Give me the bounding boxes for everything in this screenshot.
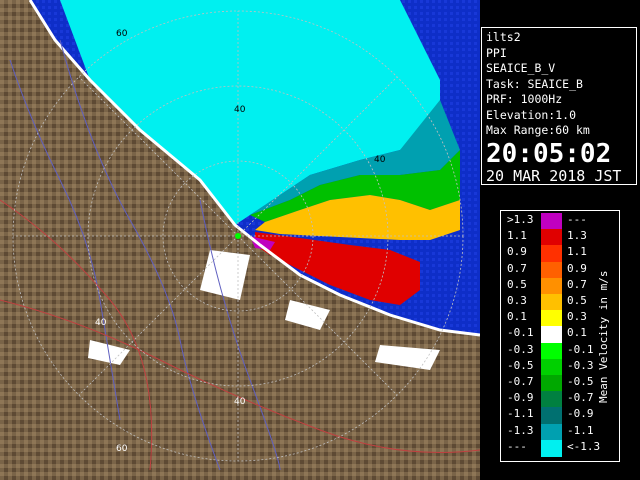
legend-color-swatch bbox=[541, 375, 562, 392]
product-name: SEAICE_B_V bbox=[486, 61, 556, 75]
ring-label-40-s: 40 bbox=[234, 397, 246, 407]
velocity-legend: >1.3 --- 1.1 1.3 0.9 1.1 0.7 0.9 0.5 0.7 0.3 0.5 0.1… bbox=[500, 210, 620, 462]
legend-color-swatch bbox=[541, 277, 562, 295]
radar-map: 60 40 40 40 40 60 bbox=[0, 0, 480, 480]
legend-low-value: -0.3 bbox=[507, 342, 534, 356]
legend-low-value: 0.9 bbox=[507, 245, 527, 259]
legend-low-value: -0.1 bbox=[507, 326, 534, 340]
prf-value: PRF: 1000Hz bbox=[486, 92, 563, 106]
station-name: ilts2 bbox=[486, 30, 521, 44]
legend-low-value: 0.7 bbox=[507, 261, 527, 275]
legend-color-swatch bbox=[541, 439, 562, 457]
legend-color-swatch bbox=[541, 294, 562, 311]
ring-label-60-sw: 60 bbox=[116, 444, 128, 454]
legend-low-value: -0.5 bbox=[507, 358, 534, 372]
legend-color-swatch bbox=[541, 326, 562, 344]
ring-label-40-e: 40 bbox=[374, 155, 386, 165]
legend-unit-label: Mean Velocity in m/s bbox=[597, 270, 610, 404]
legend-low-value: 0.5 bbox=[507, 277, 527, 291]
legend-color-swatch bbox=[541, 229, 562, 247]
ring-label-40-n: 40 bbox=[234, 105, 246, 115]
legend-low-value: -1.1 bbox=[507, 407, 534, 421]
legend-low-value: 1.1 bbox=[507, 229, 527, 243]
legend-color-swatch bbox=[541, 407, 562, 425]
legend-low-value: -0.9 bbox=[507, 391, 534, 405]
task-name: Task: SEAICE_B bbox=[486, 76, 583, 91]
ring-label-40-w: 40 bbox=[95, 318, 107, 328]
legend-low-value: -0.7 bbox=[507, 375, 534, 388]
scan-type: PPI bbox=[486, 45, 507, 60]
scan-date: 20 MAR 2018 JST bbox=[486, 166, 622, 185]
ring-label-60-nw: 60 bbox=[116, 29, 128, 39]
legend-color-swatch bbox=[541, 391, 562, 409]
scan-time: 20:05:02 bbox=[486, 138, 612, 169]
legend-color-swatch bbox=[541, 213, 562, 230]
legend-color-swatch bbox=[541, 245, 562, 263]
radar-site-marker bbox=[235, 233, 241, 239]
scan-info-panel: ilts2 PPI SEAICE_B_V Task: SEAICE_B PRF:… bbox=[481, 27, 637, 185]
legend-low-value: 0.1 bbox=[507, 310, 527, 324]
elevation-value: Elevation:1.0 bbox=[486, 107, 577, 122]
max-range-value: Max Range:60 km bbox=[486, 123, 590, 137]
legend-color-swatch bbox=[541, 310, 562, 328]
legend-low-value: 0.3 bbox=[507, 294, 527, 307]
legend-color-swatch bbox=[541, 423, 562, 441]
legend-color-swatch bbox=[541, 358, 562, 376]
legend-color-swatch bbox=[541, 261, 562, 279]
legend-low-value: >1.3 bbox=[507, 213, 534, 226]
legend-low-value: --- bbox=[507, 439, 527, 453]
legend-color-swatch bbox=[541, 342, 562, 360]
legend-low-value: -1.3 bbox=[507, 423, 534, 437]
